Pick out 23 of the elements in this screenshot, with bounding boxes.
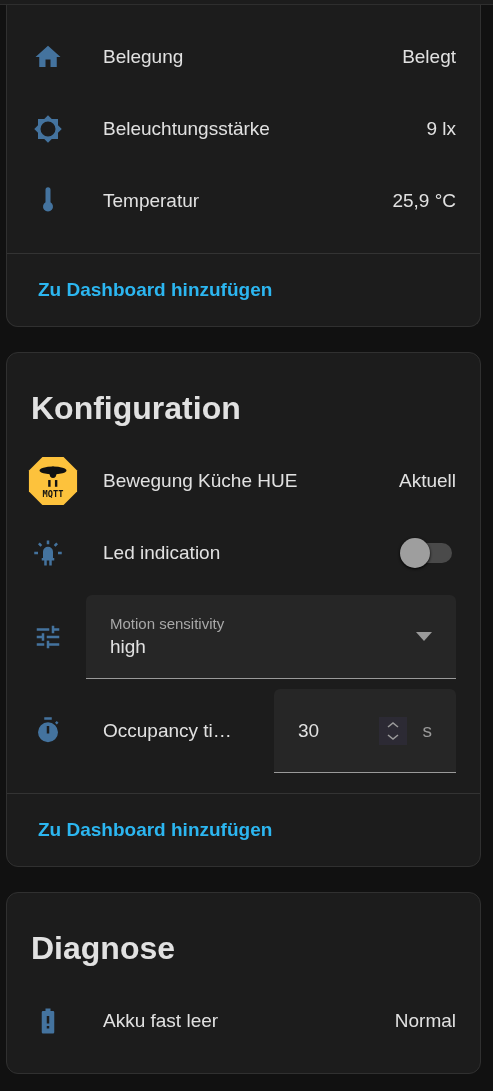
entity-state: Normal (394, 1010, 456, 1032)
number-field[interactable]: 30 s (274, 689, 456, 773)
add-to-dashboard-link[interactable]: Zu Dashboard hinzufügen (38, 279, 273, 301)
select-field[interactable]: Motion sensitivity high (86, 595, 456, 679)
entity-name: Bewegung Küche HUE (103, 470, 299, 492)
entity-state: Belegt (402, 46, 456, 68)
entity-name: Belegung (103, 46, 185, 68)
entity-name: Temperatur (103, 190, 201, 212)
entity-name: Beleuchtungsstärke (103, 118, 271, 140)
entity-state: 25,9 °C (392, 190, 456, 212)
card-title: Diagnose (30, 929, 177, 968)
entity-state: Aktuell (398, 470, 456, 492)
led-icon (33, 538, 63, 568)
caret-icon (416, 632, 432, 641)
sun-icon (33, 114, 63, 144)
entity-name: Akku fast leer (103, 1010, 220, 1032)
logo-icon: MQTT (27, 454, 79, 508)
add-to-dashboard-link[interactable]: Zu Dashboard hinzufügen (38, 819, 273, 841)
entity-name: Led indication (103, 542, 222, 564)
entity-name: Occupancy ti… (103, 720, 233, 742)
card-title: Konfiguration (30, 389, 242, 428)
entity-state: 9 lx (426, 118, 456, 140)
spinner-icon[interactable] (378, 716, 407, 745)
